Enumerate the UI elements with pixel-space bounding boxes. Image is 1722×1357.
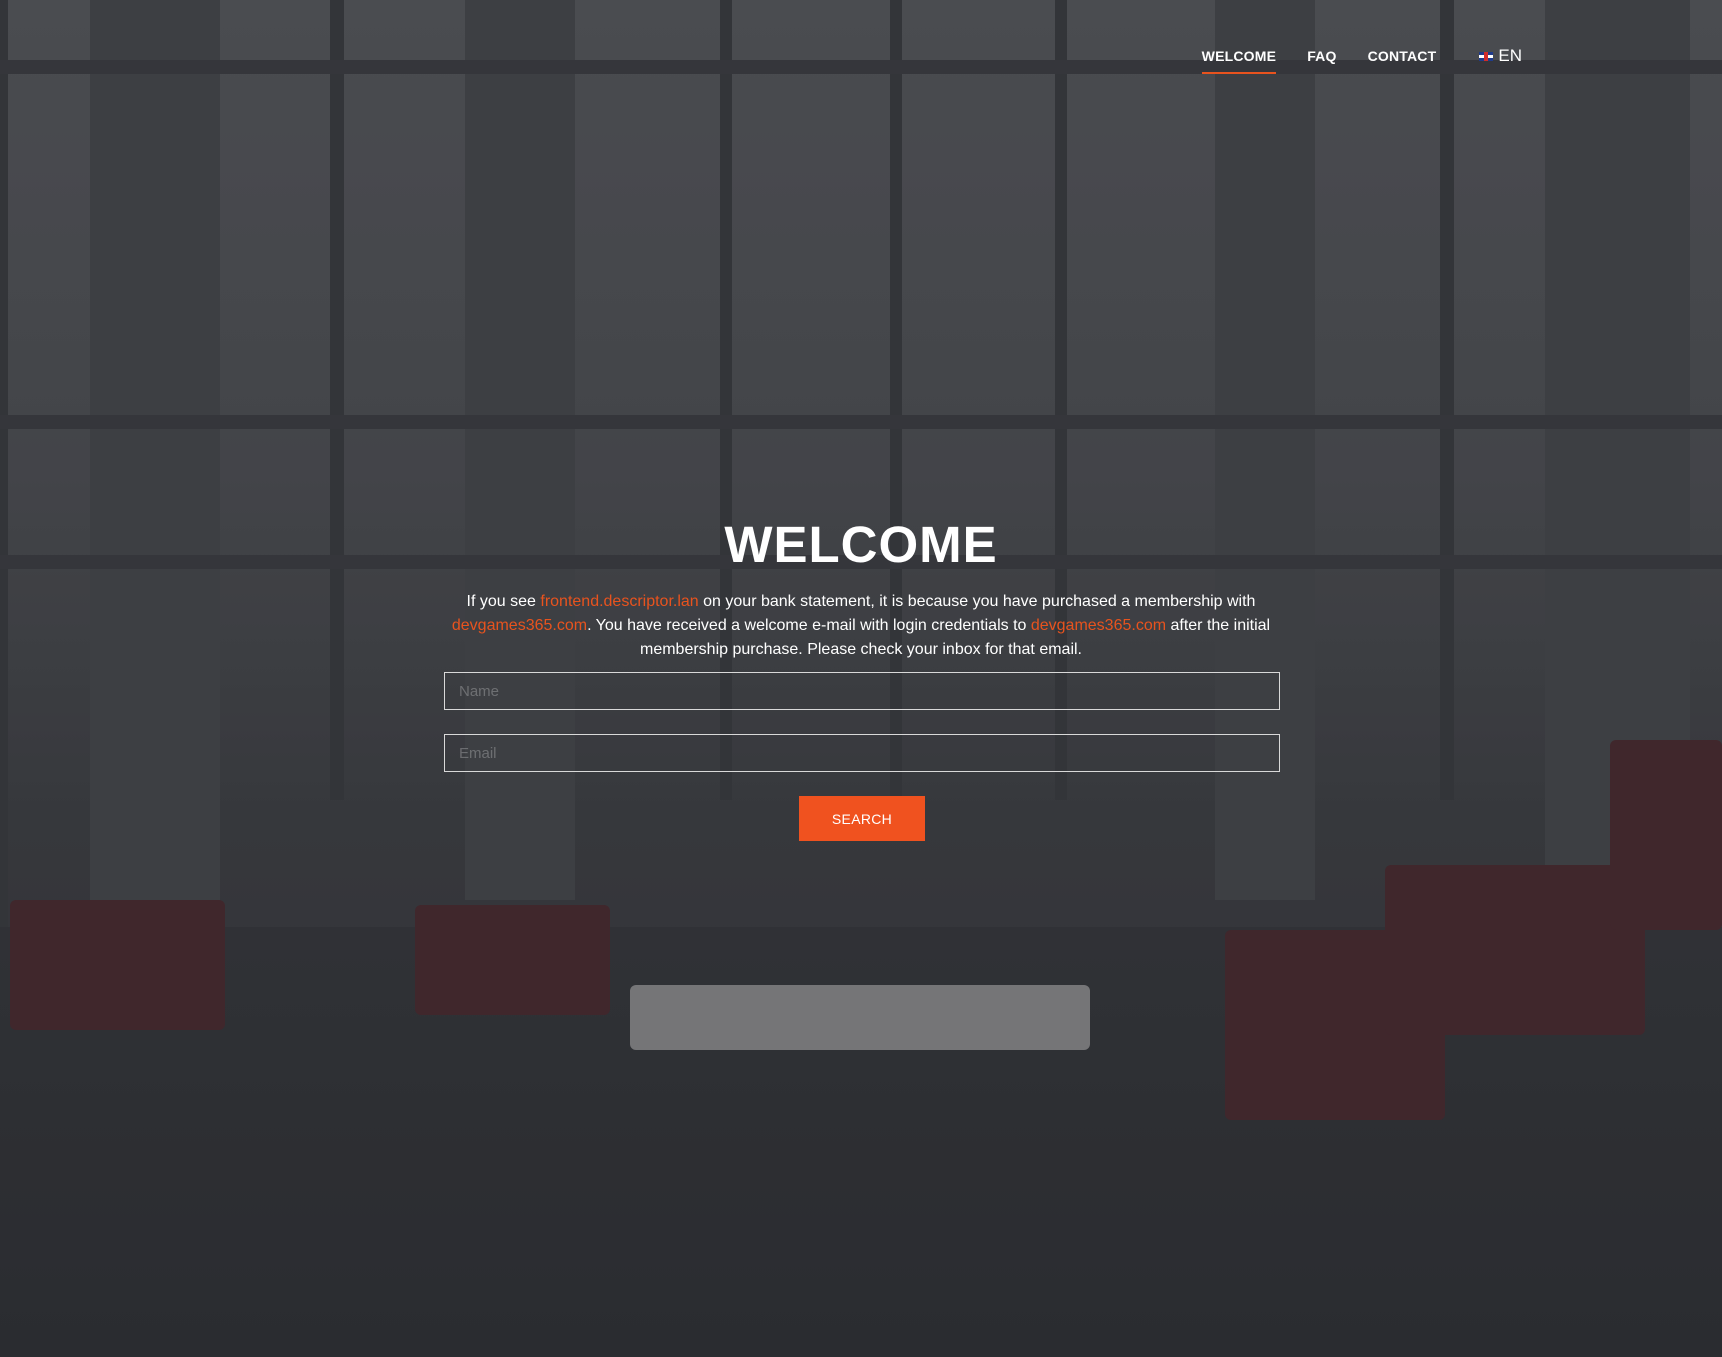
search-button[interactable]: SEARCH (799, 796, 925, 841)
language-label: EN (1498, 46, 1522, 65)
name-input[interactable] (444, 672, 1280, 710)
nav-item-welcome[interactable]: WELCOME (1201, 48, 1277, 74)
welcome-description: If you see frontend.descriptor.lan on yo… (451, 590, 1271, 662)
top-nav: WELCOME FAQ CONTACT EN (1201, 46, 1522, 76)
nav-item-contact[interactable]: CONTACT (1368, 48, 1437, 74)
site-link[interactable]: devgames365.com (452, 617, 587, 634)
nav-item-faq[interactable]: FAQ (1307, 48, 1336, 74)
page-title: WELCOME (724, 516, 998, 573)
search-form: SEARCH (444, 672, 1280, 841)
descriptor-link[interactable]: frontend.descriptor.lan (540, 593, 698, 610)
description-text-2: on your bank statement, it is because yo… (698, 593, 1256, 610)
description-text-3: . You have received a welcome e-mail wit… (587, 617, 1031, 634)
welcome-section: WELCOME If you see frontend.descriptor.l… (0, 515, 1722, 662)
uk-flag-icon (1479, 51, 1494, 61)
site-link-2[interactable]: devgames365.com (1031, 617, 1166, 634)
description-text-1: If you see (466, 593, 541, 610)
email-input[interactable] (444, 734, 1280, 772)
language-selector[interactable]: EN (1479, 46, 1522, 76)
